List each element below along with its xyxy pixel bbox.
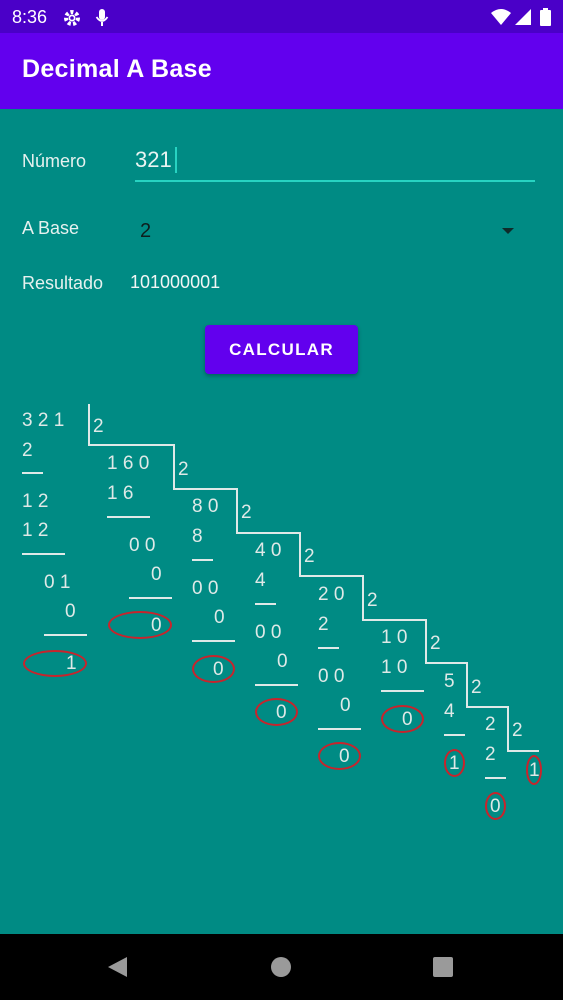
remainder-circle [23, 650, 87, 677]
bracket-line [299, 575, 364, 577]
divisor-step-5: 2 [367, 590, 378, 611]
calculate-button[interactable]: CALCULAR [205, 325, 358, 374]
dividend-5: 5 [444, 671, 455, 692]
partial-step-5: 2 [318, 614, 329, 635]
dividend-2: 2 [485, 714, 496, 735]
bracket-line [425, 662, 468, 664]
subtraction-line [318, 728, 361, 730]
bracket-line [236, 488, 238, 534]
base-select[interactable]: 2 [140, 220, 151, 243]
partial-step-2: 1 6 [107, 483, 134, 504]
subtraction-line [129, 597, 172, 599]
subtraction-line [44, 634, 87, 636]
bracket-line [173, 444, 175, 490]
recents-icon[interactable] [433, 957, 453, 977]
divisor-step-7: 2 [471, 677, 482, 698]
remainder-8: 0 [490, 796, 501, 817]
partial-step-7: 4 [444, 701, 455, 722]
battery-icon [540, 8, 551, 31]
divisor-step-3: 2 [241, 502, 252, 523]
partial-step-2: 0 0 [129, 535, 156, 556]
result-label: Resultado [22, 273, 104, 293]
remainder-2: 0 [151, 615, 162, 636]
partial-step-2: 0 [151, 564, 162, 585]
main-content [0, 109, 563, 934]
subtraction-line [444, 734, 465, 736]
subtraction-line [255, 603, 276, 605]
bracket-line [236, 532, 301, 534]
dividend-20: 2 0 [318, 584, 345, 605]
text-cursor [175, 147, 177, 173]
partial-step-5: 0 [340, 695, 351, 716]
partial-step-8: 2 [485, 744, 496, 765]
partial-step-3: 0 0 [192, 578, 219, 599]
divisor-step-6: 2 [430, 633, 441, 654]
subtraction-line [485, 777, 506, 779]
mic-icon [95, 8, 109, 33]
number-input[interactable] [135, 140, 535, 182]
home-icon[interactable] [271, 957, 291, 977]
dividend-80: 8 0 [192, 496, 219, 517]
partial-step-4: 4 [255, 570, 266, 591]
remainder-6: 0 [402, 709, 413, 730]
subtraction-line [192, 559, 213, 561]
partial-step-3: 8 [192, 526, 203, 547]
bracket-line [425, 619, 427, 664]
divisor-step-2: 2 [178, 459, 189, 480]
bracket-line [88, 444, 175, 446]
partial-step-1: 0 [65, 601, 76, 622]
partial-step-1: 1 2 [22, 520, 49, 541]
subtraction-line [22, 472, 43, 474]
subtraction-line [255, 684, 298, 686]
divisor-step-8: 2 [512, 720, 523, 741]
subtraction-line [318, 647, 339, 649]
bracket-line [173, 488, 238, 490]
bracket-line [466, 706, 509, 708]
partial-step-4: 0 0 [255, 622, 282, 643]
remainder-5: 0 [339, 746, 350, 767]
divisor-step-4: 2 [304, 546, 315, 567]
remainder-3: 0 [213, 659, 224, 680]
remainder-4: 0 [276, 702, 287, 723]
gear-icon [62, 8, 82, 33]
bracket-line [466, 662, 468, 708]
final-quotient: 1 [529, 760, 540, 781]
dividend-321: 3 2 1 [22, 410, 65, 431]
remainder-circle [108, 611, 172, 639]
partial-step-6: 1 0 [381, 657, 408, 678]
subtraction-line [192, 640, 235, 642]
partial-step-1: 1 2 [22, 491, 49, 512]
wifi-icon [490, 8, 512, 31]
bracket-line [507, 706, 509, 752]
bracket-line [88, 404, 90, 446]
partial-step-4: 0 [277, 651, 288, 672]
back-icon[interactable] [108, 957, 127, 977]
partial-step-1: 0 1 [44, 572, 71, 593]
bracket-line [299, 532, 301, 577]
dividend-10: 1 0 [381, 627, 408, 648]
bracket-line [507, 750, 539, 752]
bracket-line [362, 575, 364, 621]
partial-step-3: 0 [214, 607, 225, 628]
subtraction-line [107, 516, 150, 518]
base-label: A Base [22, 218, 80, 238]
remainder-7: 1 [449, 753, 460, 774]
number-label: Número [22, 151, 87, 171]
partial-step-1: 2 [22, 440, 33, 461]
status-time: 8:36 [12, 7, 48, 27]
remainder-1: 1 [66, 653, 77, 674]
subtraction-line [22, 553, 65, 555]
signal-icon [514, 8, 532, 31]
dividend-40: 4 0 [255, 540, 282, 561]
dropdown-arrow-icon[interactable] [502, 228, 514, 234]
bracket-line [362, 619, 427, 621]
divisor-step-1: 2 [93, 416, 104, 437]
subtraction-line [381, 690, 424, 692]
status-bar: 8:36 [0, 0, 563, 33]
app-title: Decimal A Base [22, 55, 212, 83]
result-value: 101000001 [130, 272, 221, 292]
app-bar: Decimal A Base [0, 33, 563, 109]
partial-step-5: 0 0 [318, 666, 345, 687]
dividend-160: 1 6 0 [107, 453, 150, 474]
